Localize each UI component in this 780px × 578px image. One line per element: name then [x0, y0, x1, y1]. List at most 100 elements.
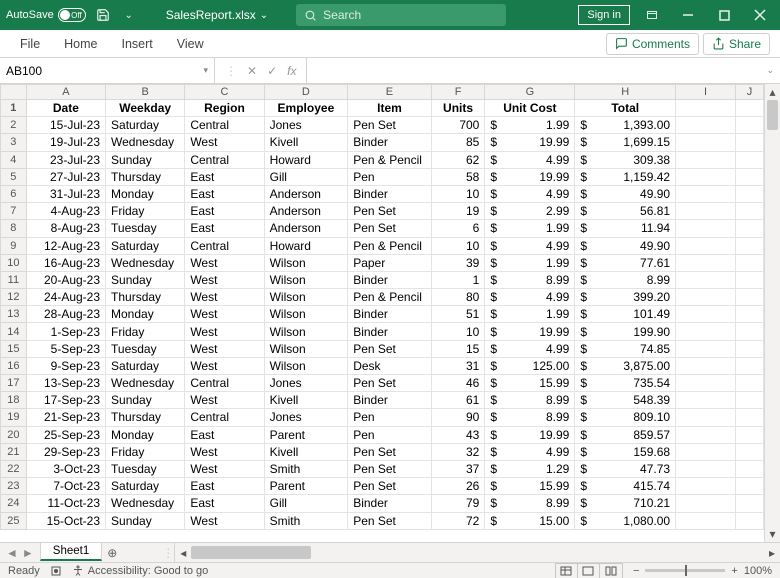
cell[interactable] [736, 271, 764, 288]
cell[interactable] [736, 478, 764, 495]
cell[interactable]: 8-Aug-23 [26, 220, 105, 237]
name-box[interactable]: AB100 ▾ [0, 58, 215, 83]
cell[interactable]: Pen Set [348, 340, 432, 357]
select-all-corner[interactable] [1, 85, 27, 100]
cell[interactable]: 5-Sep-23 [26, 340, 105, 357]
row-header[interactable]: 11 [1, 271, 27, 288]
cell[interactable]: Monday [106, 185, 185, 202]
cell[interactable]: 29-Sep-23 [26, 443, 105, 460]
header-cell[interactable] [676, 100, 736, 117]
cell[interactable] [736, 117, 764, 134]
cell[interactable]: Smith [264, 512, 348, 529]
cell[interactable]: Saturday [106, 357, 185, 374]
row-header[interactable]: 21 [1, 443, 27, 460]
row-header[interactable]: 16 [1, 357, 27, 374]
cell[interactable]: Monday [106, 426, 185, 443]
cell[interactable]: $77.61 [575, 254, 676, 271]
cell[interactable]: East [185, 168, 264, 185]
cell[interactable]: West [185, 271, 264, 288]
cell[interactable]: 27-Jul-23 [26, 168, 105, 185]
cell[interactable] [736, 220, 764, 237]
share-button[interactable]: Share [703, 33, 770, 55]
cell[interactable]: 17-Sep-23 [26, 392, 105, 409]
col-header-D[interactable]: D [264, 85, 348, 100]
cell[interactable]: Central [185, 117, 264, 134]
cell[interactable]: $4.99 [485, 443, 575, 460]
cell[interactable]: $49.90 [575, 237, 676, 254]
cell[interactable]: 1-Sep-23 [26, 323, 105, 340]
cell[interactable] [676, 203, 736, 220]
header-cell[interactable]: Region [185, 100, 264, 117]
cell[interactable]: $11.94 [575, 220, 676, 237]
cell[interactable]: 46 [431, 375, 485, 392]
cell[interactable] [676, 185, 736, 202]
cell[interactable] [736, 512, 764, 529]
maximize-icon[interactable] [710, 1, 738, 29]
cell[interactable]: Anderson [264, 220, 348, 237]
cell[interactable]: $15.00 [485, 512, 575, 529]
cell[interactable] [736, 495, 764, 512]
row-header[interactable]: 25 [1, 512, 27, 529]
header-cell[interactable]: Date [26, 100, 105, 117]
header-cell[interactable]: Units [431, 100, 485, 117]
cell[interactable]: 37 [431, 460, 485, 477]
cell[interactable]: 3-Oct-23 [26, 460, 105, 477]
cell[interactable] [736, 185, 764, 202]
cell[interactable]: Sunday [106, 512, 185, 529]
cell[interactable]: $399.20 [575, 289, 676, 306]
tab-home[interactable]: Home [54, 33, 107, 55]
cell[interactable] [736, 203, 764, 220]
scroll-right-icon[interactable]: ▸ [764, 543, 780, 562]
row-header[interactable]: 13 [1, 306, 27, 323]
cell[interactable]: $19.99 [485, 168, 575, 185]
cell[interactable]: Central [185, 375, 264, 392]
cell[interactable]: 15 [431, 340, 485, 357]
cell[interactable]: $8.99 [485, 495, 575, 512]
cell[interactable] [676, 306, 736, 323]
row-header[interactable]: 22 [1, 460, 27, 477]
row-header[interactable]: 3 [1, 134, 27, 151]
cell[interactable]: East [185, 478, 264, 495]
cell[interactable]: 72 [431, 512, 485, 529]
cell[interactable]: $809.10 [575, 409, 676, 426]
cell[interactable] [736, 375, 764, 392]
cell[interactable] [736, 443, 764, 460]
cell[interactable] [676, 323, 736, 340]
header-cell[interactable] [736, 100, 764, 117]
row-header[interactable]: 18 [1, 392, 27, 409]
cell[interactable]: Pen Set [348, 478, 432, 495]
cell[interactable] [676, 220, 736, 237]
view-switcher[interactable] [555, 563, 623, 578]
sheet-tab-1[interactable]: Sheet1 [40, 542, 102, 561]
cell[interactable]: Pen & Pencil [348, 151, 432, 168]
row-header[interactable]: 20 [1, 426, 27, 443]
cell[interactable]: West [185, 289, 264, 306]
cell[interactable] [676, 409, 736, 426]
cell[interactable]: 85 [431, 134, 485, 151]
cell[interactable] [676, 512, 736, 529]
cell[interactable]: Thursday [106, 409, 185, 426]
ribbon-display-icon[interactable] [638, 1, 666, 29]
row-header[interactable]: 8 [1, 220, 27, 237]
cell[interactable]: Gill [264, 168, 348, 185]
cell[interactable]: Sunday [106, 151, 185, 168]
spreadsheet-grid[interactable]: ABCDEFGHIJ1DateWeekdayRegionEmployeeItem… [0, 84, 764, 542]
col-header-A[interactable]: A [26, 85, 105, 100]
cell[interactable]: Anderson [264, 203, 348, 220]
cell[interactable]: East [185, 426, 264, 443]
cell[interactable]: 9-Sep-23 [26, 357, 105, 374]
cell[interactable] [676, 460, 736, 477]
formula-bar[interactable]: ⌄ [307, 58, 780, 83]
cell[interactable]: 61 [431, 392, 485, 409]
cell[interactable]: Pen Set [348, 220, 432, 237]
cell[interactable]: 43 [431, 426, 485, 443]
row-header[interactable]: 15 [1, 340, 27, 357]
cell[interactable]: Binder [348, 306, 432, 323]
cell[interactable]: Thursday [106, 168, 185, 185]
cell[interactable]: Jones [264, 375, 348, 392]
tab-file[interactable]: File [10, 33, 50, 55]
cell[interactable]: Jones [264, 117, 348, 134]
chevron-down-icon[interactable]: ⌄ [766, 65, 774, 76]
cell[interactable] [736, 134, 764, 151]
autosave-toggle[interactable]: AutoSave Off [6, 8, 86, 22]
